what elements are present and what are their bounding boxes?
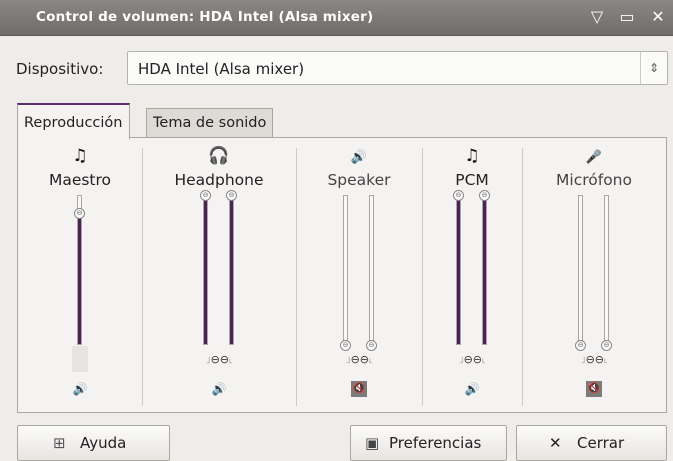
device-select-value: HDA Intel (Alsa mixer) (138, 60, 305, 78)
volume-slider[interactable]: ⊖ (226, 190, 237, 345)
channel-name: Micrófono (556, 171, 632, 189)
close-window-icon[interactable]: ✕ (647, 6, 669, 28)
speaker-icon: 🔊 (350, 150, 368, 165)
speaker-icon[interactable]: 🔊 (72, 381, 88, 397)
chain-link-icon[interactable]: ˩⊖⊖˪ (199, 348, 239, 372)
preferences-icon: ▣ (365, 434, 380, 452)
tab-reproduccion[interactable]: Reproducción (17, 103, 130, 139)
device-label: Dispositivo: (16, 60, 104, 78)
channel-name: Headphone (174, 171, 264, 189)
volume-level-fill (483, 194, 486, 344)
volume-level-fill (230, 194, 233, 344)
volume-level-fill (457, 194, 460, 344)
music-note-icon: ♫ (72, 146, 88, 166)
volume-slider[interactable]: ⊖ (74, 195, 85, 345)
close-button[interactable]: ✕ Cerrar (516, 425, 667, 461)
maximize-icon[interactable]: ▭ (616, 6, 638, 28)
microphone-icon: 🎤 (585, 150, 603, 165)
help-icon: ⊞ (53, 434, 66, 452)
slider-handle[interactable]: ⊖ (74, 208, 85, 219)
muted-speaker-icon[interactable]: 🔇 (586, 381, 602, 397)
slider-handle[interactable]: ⊖ (200, 190, 211, 201)
chain-link-icon[interactable]: ˩⊖⊖˪ (339, 348, 379, 372)
volume-level-fill (204, 194, 207, 344)
close-button-label: Cerrar (577, 434, 625, 452)
help-button[interactable]: ⊞ Ayuda (17, 425, 170, 461)
slider-handle[interactable]: ⊖ (479, 190, 490, 201)
volume-slider[interactable]: ⊖ (200, 190, 211, 345)
tab-tema-de-sonido[interactable]: Tema de sonido (146, 108, 274, 137)
chevron-updown-icon[interactable]: ⇕ (640, 52, 667, 84)
channel-strip: ♫ PCM ⊖ ⊖ ˩⊖⊖˪ 🔊 (422, 138, 522, 414)
speaker-icon[interactable]: 🔊 (211, 381, 227, 397)
volume-slider[interactable]: ⊖ (601, 195, 612, 351)
preferences-button[interactable]: ▣ Preferencias (350, 425, 507, 461)
close-icon: ✕ (549, 434, 562, 452)
volume-slider[interactable]: ⊖ (366, 195, 377, 351)
volume-slider[interactable]: ⊖ (479, 190, 490, 345)
chain-link-icon[interactable]: ˩⊖⊖˪ (574, 348, 614, 372)
channel-name: Speaker (327, 171, 391, 189)
channel-name: Maestro (48, 171, 112, 189)
headphones-icon: 🎧 (208, 146, 230, 166)
title-bar[interactable]: Control de volumen: HDA Intel (Alsa mixe… (0, 0, 673, 36)
channel-strip: 🔊 Speaker ⊖ ⊖ ˩⊖⊖˪ 🔇 (296, 138, 422, 414)
muted-speaker-icon[interactable]: 🔇 (351, 381, 367, 397)
minimize-icon[interactable]: ▽ (586, 6, 608, 28)
speaker-icon[interactable]: 🔊 (464, 381, 480, 397)
device-select[interactable]: HDA Intel (Alsa mixer) ⇕ (127, 51, 668, 85)
help-button-label: Ayuda (80, 434, 127, 452)
window-title: Control de volumen: HDA Intel (Alsa mixe… (36, 9, 374, 25)
mixer-panel: ♫ Maestro ⊖ 🔊 🎧 Headphone ⊖ ⊖ ˩⊖⊖˪ 🔊 🔊 Speaker ⊖ ⊖ ˩⊖⊖… (17, 137, 667, 413)
channel-strip: ♫ Maestro ⊖ 🔊 (18, 138, 142, 414)
slider-handle[interactable]: ⊖ (453, 190, 464, 201)
volume-slider[interactable]: ⊖ (340, 195, 351, 351)
volume-slider[interactable]: ⊖ (575, 195, 586, 351)
volume-control-window: Control de volumen: HDA Intel (Alsa mixe… (0, 0, 673, 461)
music-note-icon: ♫ (464, 146, 480, 166)
slider-spacer (72, 346, 88, 372)
channel-strip: 🎧 Headphone ⊖ ⊖ ˩⊖⊖˪ 🔊 (142, 138, 296, 414)
slider-handle[interactable]: ⊖ (226, 190, 237, 201)
volume-slider[interactable]: ⊖ (453, 190, 464, 345)
channel-strip: 🎤 Micrófono ⊖ ⊖ ˩⊖⊖˪ 🔇 (522, 138, 666, 414)
preferences-button-label: Preferencias (389, 434, 482, 452)
volume-level-fill (78, 212, 81, 344)
channel-name: PCM (455, 171, 489, 189)
chain-link-icon[interactable]: ˩⊖⊖˪ (452, 348, 492, 372)
